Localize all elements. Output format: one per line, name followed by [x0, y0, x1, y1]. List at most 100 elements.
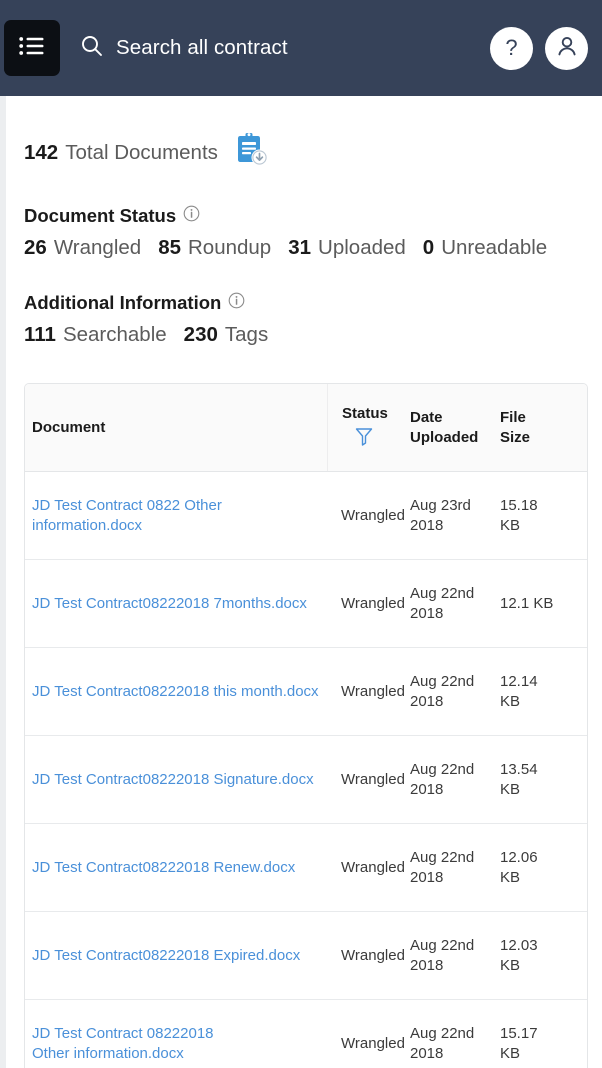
column-header-document[interactable]: Document: [25, 418, 327, 437]
additional-stat-searchable: 111 Searchable: [24, 323, 167, 347]
cell-document: JD Test Contract08222018 Signature.docx: [25, 770, 327, 790]
cell-size: 13.54 KB: [497, 760, 557, 800]
topbar-actions: ?: [490, 26, 588, 70]
cell-date: Aug 22nd 2018: [407, 936, 497, 976]
status-label: Uploaded: [318, 236, 406, 259]
total-documents-row: 142 Total Documents: [24, 96, 584, 173]
cell-date: Aug 22nd 2018: [407, 848, 497, 888]
additional-count: 111: [24, 323, 56, 346]
top-navigation-bar: ?: [0, 0, 602, 96]
status-label: Wrangled: [53, 236, 142, 259]
status-count: 26: [24, 236, 47, 259]
cell-date: Aug 22nd 2018: [407, 672, 497, 712]
cell-document: JD Test Contract08222018 Renew.docx: [25, 858, 327, 878]
cell-size: 12.03 KB: [497, 936, 557, 976]
size-value: 13.54 KB: [500, 760, 538, 798]
status-stat-uploaded: 31 Uploaded: [288, 236, 406, 260]
cell-document: JD Test Contract 08222018 Other informat…: [25, 1024, 327, 1064]
status-value: Wrangled: [341, 1035, 405, 1053]
additional-label: Searchable: [62, 323, 167, 346]
status-value: Wrangled: [341, 682, 405, 700]
additional-count: 230: [183, 323, 218, 346]
cell-size: 15.17 KB: [497, 1024, 557, 1064]
cell-size: 15.18 KB: [497, 496, 557, 536]
column-label-file-size: File Size: [500, 409, 531, 446]
status-stat-unreadable: 0 Unreadable: [423, 236, 547, 260]
search-input[interactable]: [116, 36, 490, 60]
status-label: Unreadable: [441, 236, 548, 259]
cell-document: JD Test Contract08222018 7months.docx: [25, 594, 327, 614]
cell-date: Aug 22nd 2018: [407, 584, 497, 624]
user-avatar-icon: [554, 33, 580, 64]
search-icon: [80, 34, 104, 63]
table-row[interactable]: JD Test Contract08222018 Expired.docx Wr…: [25, 912, 587, 1000]
document-link[interactable]: JD Test Contract08222018 Expired.docx: [32, 946, 300, 966]
document-link[interactable]: JD Test Contract08222018 this month.docx: [32, 682, 319, 702]
table-row[interactable]: JD Test Contract08222018 Signature.docx …: [25, 736, 587, 824]
status-value: Wrangled: [341, 506, 405, 524]
total-documents-count: 142: [24, 140, 59, 164]
size-value: 15.17 KB: [500, 1025, 538, 1062]
page-body: 142 Total Documents Document Status 26 W…: [0, 96, 602, 1068]
table-row[interactable]: JD Test Contract08222018 this month.docx…: [25, 648, 587, 736]
document-link[interactable]: JD Test Contract08222018 Renew.docx: [32, 858, 295, 878]
table-row[interactable]: JD Test Contract 08222018 Other informat…: [25, 1000, 587, 1068]
global-search[interactable]: [80, 34, 490, 63]
document-status-title: Document Status: [24, 205, 177, 226]
additional-information-title: Additional Information: [24, 292, 222, 313]
cell-status: Wrangled: [327, 506, 407, 526]
document-status-heading: Document Status: [24, 205, 584, 227]
table-row[interactable]: JD Test Contract 0822 Other information.…: [25, 472, 587, 560]
status-value: Wrangled: [341, 858, 405, 876]
table-row[interactable]: JD Test Contract08222018 7months.docx Wr…: [25, 560, 587, 648]
size-value: 12.1 KB: [500, 594, 554, 612]
status-value: Wrangled: [341, 594, 405, 612]
cell-size: 12.14 KB: [497, 672, 557, 712]
cell-status: Wrangled: [327, 770, 407, 790]
info-circle-icon[interactable]: [228, 292, 245, 314]
status-stat-roundup: 85 Roundup: [158, 236, 271, 260]
document-status-stats: 26 Wrangled 85 Roundup 31 Uploaded 0 Unr…: [24, 236, 584, 260]
cell-status: Wrangled: [327, 858, 407, 878]
table-row[interactable]: JD Test Contract08222018 Renew.docx Wran…: [25, 824, 587, 912]
cell-status: Wrangled: [327, 594, 407, 614]
cell-document: JD Test Contract 0822 Other information.…: [25, 496, 327, 536]
hamburger-menu-button[interactable]: [4, 20, 60, 76]
status-count: 85: [158, 236, 181, 259]
status-label: Roundup: [188, 236, 272, 259]
cell-date: Aug 22nd 2018: [407, 1024, 497, 1064]
info-circle-icon[interactable]: [183, 205, 200, 227]
status-stat-wrangled: 26 Wrangled: [24, 236, 141, 260]
additional-label: Tags: [224, 323, 269, 346]
document-link[interactable]: JD Test Contract 0822 Other information.…: [32, 496, 327, 536]
account-button[interactable]: [545, 26, 588, 70]
cell-status: Wrangled: [327, 682, 407, 702]
status-value: Wrangled: [341, 770, 405, 788]
column-header-date-uploaded[interactable]: Date Uploaded: [407, 408, 497, 446]
document-link[interactable]: JD Test Contract08222018 Signature.docx: [32, 770, 314, 790]
total-documents-label: Total Documents: [65, 140, 218, 164]
column-header-file-size[interactable]: File Size: [497, 408, 557, 446]
size-value: 12.03 KB: [500, 936, 538, 974]
status-count: 0: [422, 236, 435, 259]
document-link[interactable]: JD Test Contract 08222018 Other informat…: [32, 1024, 250, 1064]
cell-size: 12.1 KB: [497, 594, 557, 614]
document-link[interactable]: JD Test Contract08222018 7months.docx: [32, 594, 307, 614]
list-menu-icon: [19, 36, 45, 61]
cell-status: Wrangled: [327, 946, 407, 966]
filter-funnel-icon[interactable]: [355, 427, 407, 451]
help-button[interactable]: ?: [490, 26, 533, 70]
cell-date: Aug 23rd 2018: [407, 496, 497, 536]
date-value: Aug 22nd 2018: [410, 848, 475, 886]
summary-section: 142 Total Documents Document Status 26 W…: [6, 96, 602, 347]
status-count: 31: [288, 236, 312, 259]
column-label-document: Document: [32, 418, 106, 436]
column-header-status[interactable]: Status: [327, 384, 407, 471]
column-label-status: Status: [342, 404, 388, 422]
column-label-date-uploaded: Date Uploaded: [410, 409, 479, 446]
size-value: 15.18 KB: [500, 496, 538, 534]
size-value: 12.06 KB: [500, 848, 538, 886]
date-value: Aug 22nd 2018: [410, 1025, 475, 1062]
additional-stat-tags: 230 Tags: [184, 323, 269, 347]
table-header-row: Document Status Date Uploaded File Size: [25, 384, 587, 472]
